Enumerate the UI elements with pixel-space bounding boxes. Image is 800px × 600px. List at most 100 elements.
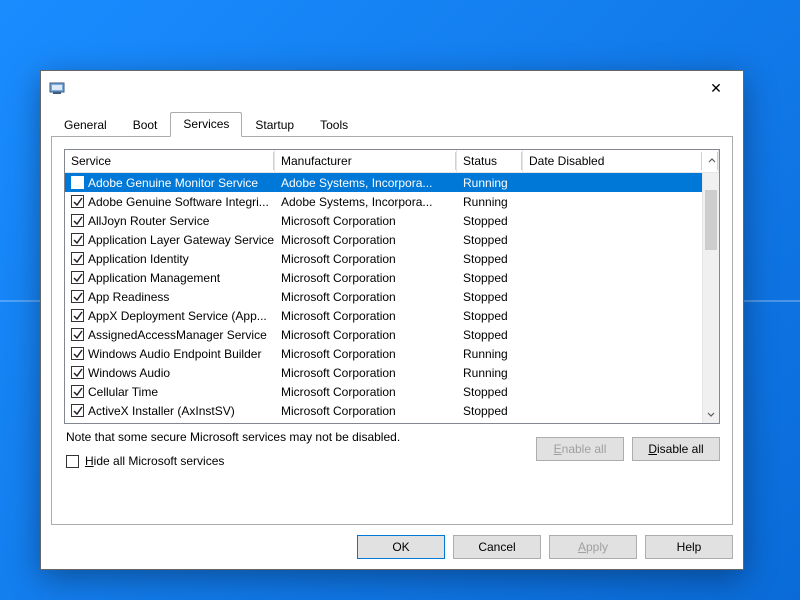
- column-manufacturer[interactable]: Manufacturer: [275, 150, 457, 172]
- titlebar[interactable]: ✕: [41, 71, 743, 105]
- close-button[interactable]: ✕: [693, 73, 739, 103]
- enable-all-button[interactable]: Enable all: [536, 437, 624, 461]
- tab-tools[interactable]: Tools: [307, 113, 361, 137]
- service-checkbox[interactable]: [71, 290, 84, 303]
- chevron-down-icon: [707, 411, 715, 419]
- service-checkbox[interactable]: [71, 366, 84, 379]
- service-date-disabled: [523, 201, 702, 203]
- help-button[interactable]: Help: [645, 535, 733, 559]
- service-date-disabled: [523, 372, 702, 374]
- service-checkbox[interactable]: [71, 328, 84, 341]
- service-status: Stopped: [457, 289, 523, 305]
- table-row[interactable]: Application IdentityMicrosoft Corporatio…: [65, 249, 702, 268]
- tab-startup[interactable]: Startup: [242, 113, 307, 137]
- column-service[interactable]: Service: [65, 150, 275, 172]
- vertical-scrollbar[interactable]: [702, 173, 719, 423]
- listview-header[interactable]: Service Manufacturer Status Date Disable…: [65, 150, 719, 173]
- table-row[interactable]: App ReadinessMicrosoft CorporationStoppe…: [65, 287, 702, 306]
- service-name: Application Identity: [88, 252, 189, 266]
- service-date-disabled: [523, 353, 702, 355]
- service-name: AllJoyn Router Service: [88, 214, 209, 228]
- service-date-disabled: [523, 182, 702, 184]
- service-checkbox[interactable]: [71, 252, 84, 265]
- scroll-track[interactable]: [703, 190, 719, 406]
- hide-ms-label[interactable]: Hide all Microsoft services: [85, 454, 224, 468]
- ok-button[interactable]: OK: [357, 535, 445, 559]
- column-scroll-spacer: [702, 150, 719, 172]
- service-date-disabled: [523, 410, 702, 412]
- tab-general[interactable]: General: [51, 113, 120, 137]
- disable-all-button[interactable]: Disable all: [632, 437, 720, 461]
- service-checkbox[interactable]: [71, 176, 84, 189]
- table-row[interactable]: AppX Deployment Service (App...Microsoft…: [65, 306, 702, 325]
- tab-strip: General Boot Services Startup Tools: [41, 105, 743, 137]
- service-name: ActiveX Installer (AxInstSV): [88, 404, 235, 418]
- service-date-disabled: [523, 258, 702, 260]
- service-date-disabled: [523, 239, 702, 241]
- table-row[interactable]: Adobe Genuine Monitor ServiceAdobe Syste…: [65, 173, 702, 192]
- service-name: Cellular Time: [88, 385, 158, 399]
- service-name: AssignedAccessManager Service: [88, 328, 267, 342]
- service-name: Windows Audio Endpoint Builder: [88, 347, 261, 361]
- scroll-down-button[interactable]: [703, 406, 719, 423]
- service-checkbox[interactable]: [71, 233, 84, 246]
- service-manufacturer: Microsoft Corporation: [275, 365, 457, 381]
- scroll-thumb[interactable]: [705, 190, 717, 250]
- service-status: Running: [457, 346, 523, 362]
- service-manufacturer: Microsoft Corporation: [275, 346, 457, 362]
- service-checkbox[interactable]: [71, 271, 84, 284]
- chevron-up-icon: [708, 157, 716, 165]
- services-listview[interactable]: Service Manufacturer Status Date Disable…: [64, 149, 720, 424]
- column-date-disabled[interactable]: Date Disabled: [523, 150, 702, 172]
- table-row[interactable]: AssignedAccessManager Service Microsoft C…: [65, 325, 702, 344]
- service-status: Running: [457, 175, 523, 191]
- service-checkbox[interactable]: [71, 195, 84, 208]
- service-status: Stopped: [457, 232, 523, 248]
- service-date-disabled: [523, 334, 702, 336]
- listview-body[interactable]: Adobe Genuine Monitor ServiceAdobe Syste…: [65, 173, 702, 423]
- service-status: Stopped: [457, 251, 523, 267]
- service-date-disabled: [523, 296, 702, 298]
- cancel-button[interactable]: Cancel: [453, 535, 541, 559]
- service-status: Stopped: [457, 213, 523, 229]
- service-manufacturer: Microsoft Corporation: [275, 213, 457, 229]
- service-checkbox[interactable]: [71, 309, 84, 322]
- hide-ms-checkbox[interactable]: [66, 455, 79, 468]
- service-checkbox[interactable]: [71, 347, 84, 360]
- scroll-up-button[interactable]: [703, 173, 719, 190]
- service-manufacturer: Microsoft Corporation: [275, 327, 457, 343]
- service-manufacturer: Microsoft Corporation: [275, 232, 457, 248]
- table-row[interactable]: Cellular Time Microsoft CorporationStoppe…: [65, 382, 702, 401]
- service-checkbox[interactable]: [71, 214, 84, 227]
- service-name: Windows Audio: [88, 366, 170, 380]
- service-checkbox[interactable]: [71, 385, 84, 398]
- apply-button[interactable]: Apply: [549, 535, 637, 559]
- service-name: App Readiness: [88, 290, 169, 304]
- table-row[interactable]: ActiveX Installer (AxInstSV)Microsoft Co…: [65, 401, 702, 420]
- table-row[interactable]: Windows Audio Endpoint Builder Microsoft …: [65, 344, 702, 363]
- enable-disable-row: Enable all Disable all: [536, 437, 720, 461]
- table-row[interactable]: Windows Audio Microsoft CorporationRunnin…: [65, 363, 702, 382]
- close-icon: ✕: [710, 81, 722, 95]
- table-row[interactable]: Application Layer Gateway ServiceMicroso…: [65, 230, 702, 249]
- service-checkbox[interactable]: [71, 404, 84, 417]
- service-manufacturer: Adobe Systems, Incorpora...: [275, 194, 457, 210]
- service-date-disabled: [523, 391, 702, 393]
- service-date-disabled: [523, 220, 702, 222]
- service-status: Stopped: [457, 327, 523, 343]
- table-row[interactable]: Adobe Genuine Software Integri...Adobe S…: [65, 192, 702, 211]
- service-name: Application Management: [88, 271, 220, 285]
- column-status[interactable]: Status: [457, 150, 523, 172]
- tab-services[interactable]: Services: [170, 112, 242, 137]
- service-manufacturer: Microsoft Corporation: [275, 270, 457, 286]
- table-row[interactable]: AllJoyn Router Service Microsoft Corporat…: [65, 211, 702, 230]
- service-manufacturer: Microsoft Corporation: [275, 308, 457, 324]
- dialog-buttons: OK Cancel Apply Help: [41, 535, 743, 569]
- tab-boot[interactable]: Boot: [120, 113, 171, 137]
- service-status: Running: [457, 365, 523, 381]
- table-row[interactable]: Application Management Microsoft Corporat…: [65, 268, 702, 287]
- msconfig-window: ✕ General Boot Services Startup Tools Se…: [40, 70, 744, 570]
- service-status: Running: [457, 194, 523, 210]
- service-status: Stopped: [457, 384, 523, 400]
- service-manufacturer: Microsoft Corporation: [275, 384, 457, 400]
